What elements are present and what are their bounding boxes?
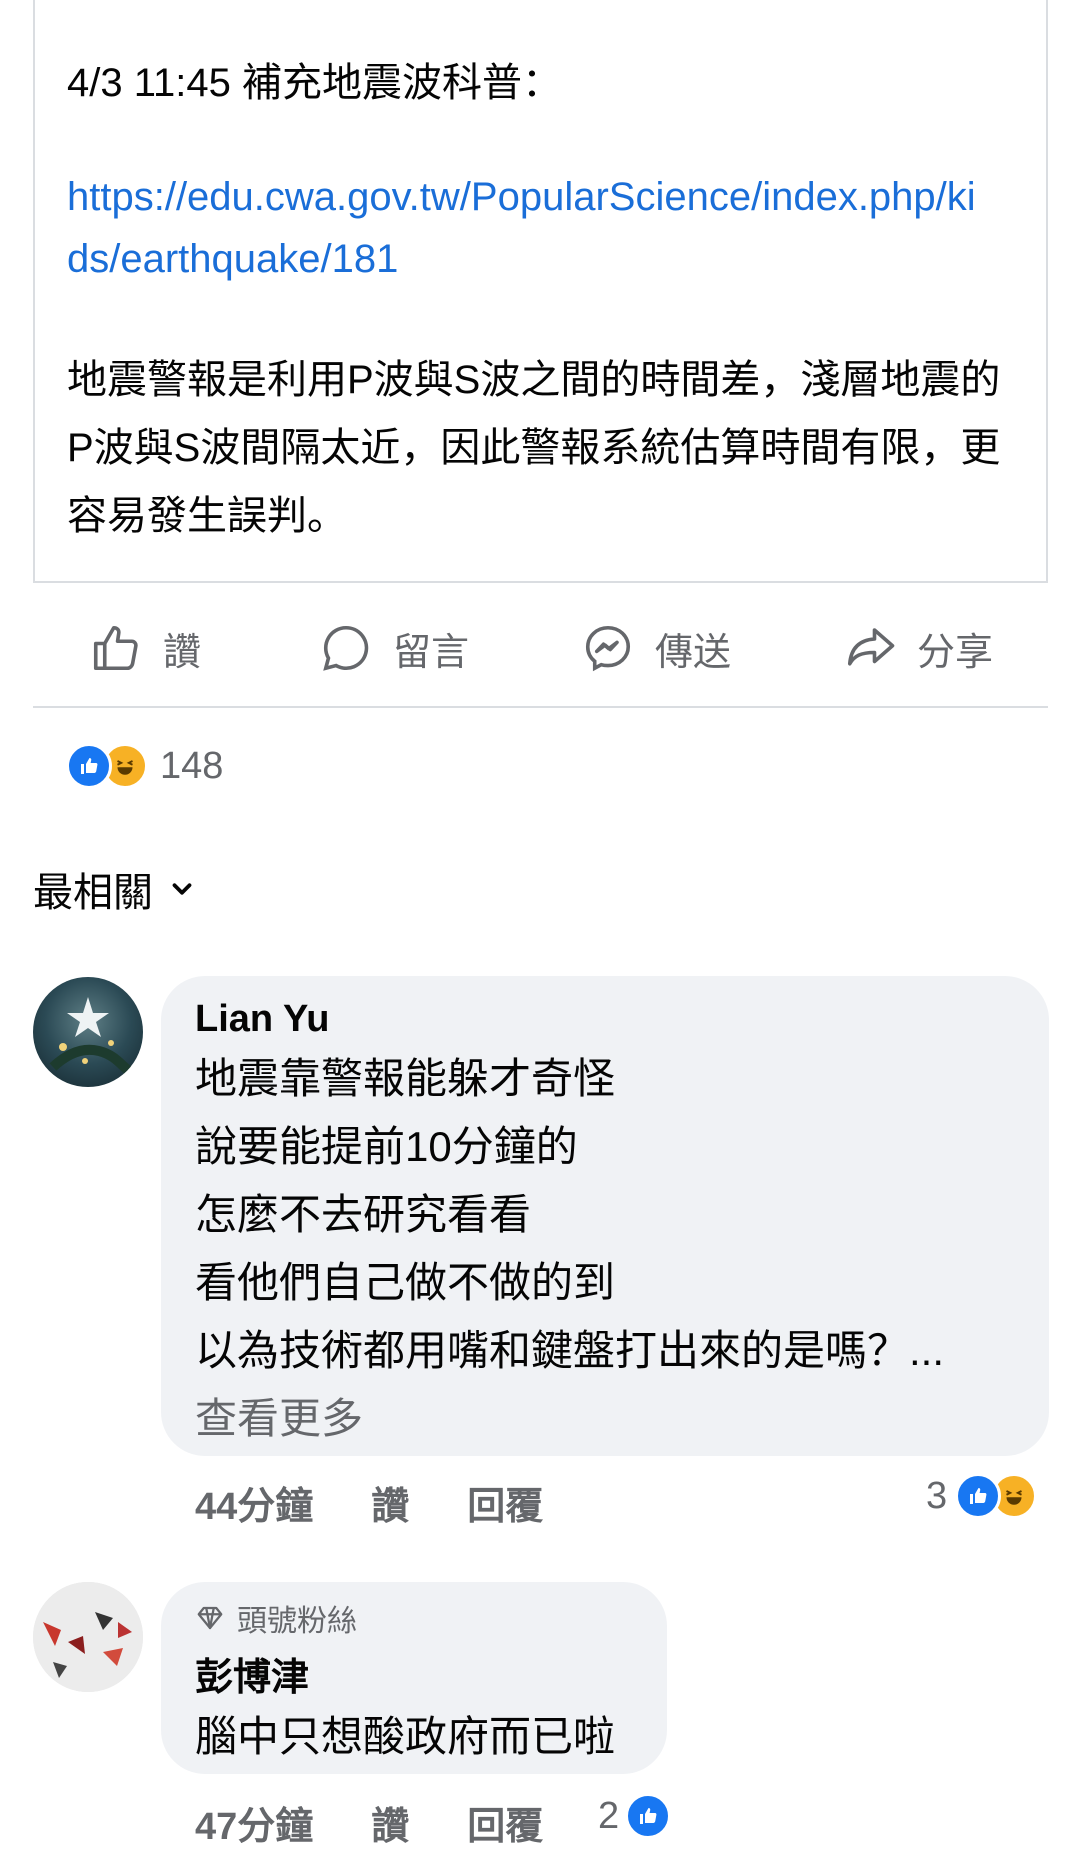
comment-text: 地震靠警報能躲才奇怪 說要能提前10分鐘的 怎麼不去研究看看 看他們自己做不做的… xyxy=(195,1045,1015,1453)
comment-reactions[interactable]: 2 xyxy=(598,1793,672,1839)
comment-bubble[interactable]: 頭號粉絲 彭博津 腦中只想酸政府而已啦 xyxy=(161,1582,667,1774)
see-more-link[interactable]: 查看更多 xyxy=(195,1385,1015,1453)
comment-reactions[interactable]: 3 xyxy=(926,1473,1038,1519)
avatar[interactable] xyxy=(33,1582,143,1692)
comment-meta: 47分鐘 讚 回覆 xyxy=(195,1795,601,1850)
messenger-icon xyxy=(585,625,631,672)
comment-line: 看他們自己做不做的到 xyxy=(195,1259,616,1306)
comment-like-button[interactable]: 讚 xyxy=(371,1475,409,1530)
comment-bubble-icon xyxy=(323,625,369,671)
reactions-count: 148 xyxy=(160,744,224,787)
like-reaction-icon xyxy=(625,1793,672,1839)
comment-button[interactable]: 留言 xyxy=(319,620,469,676)
like-reaction-icon xyxy=(955,1473,1002,1519)
post-link[interactable]: https://edu.cwa.gov.tw/PopularScience/in… xyxy=(67,166,987,290)
comment-reply-button[interactable]: 回覆 xyxy=(467,1475,543,1530)
comment-author[interactable]: 彭博津 xyxy=(195,1646,633,1701)
send-button[interactable]: 傳送 xyxy=(581,620,731,676)
post-time-note: 4/3 11:45 補充地震波科普： xyxy=(67,61,562,105)
comment-reply-button[interactable]: 回覆 xyxy=(467,1795,543,1850)
share-button[interactable]: 分享 xyxy=(843,620,993,676)
like-button[interactable]: 讚 xyxy=(89,620,201,676)
badge-label: 頭號粉絲 xyxy=(237,1605,357,1638)
chevron-down-icon xyxy=(172,883,192,895)
comment-time[interactable]: 47分鐘 xyxy=(195,1795,313,1850)
thumbs-up-icon xyxy=(93,625,138,671)
top-fan-badge: 頭號粉絲 xyxy=(195,1596,633,1640)
comment-text: 腦中只想酸政府而已啦 xyxy=(195,1713,616,1760)
comment-label: 留言 xyxy=(393,631,470,674)
comment-like-button[interactable]: 讚 xyxy=(371,1795,409,1850)
comment-reaction-count: 2 xyxy=(598,1794,620,1837)
post-action-bar: 讚 留言 傳送 分享 xyxy=(33,590,1048,708)
comment-line: 怎麼不去研究看看 xyxy=(195,1191,532,1238)
sort-label: 最相關 xyxy=(33,871,153,915)
comment-line: 說要能提前10分鐘的 xyxy=(195,1123,578,1170)
comment-bubble[interactable]: Lian Yu 地震靠警報能躲才奇怪 說要能提前10分鐘的 怎麼不去研究看看 看… xyxy=(161,976,1049,1456)
post-body-text: 地震警報是利用P波與S波之間的時間差，淺層地震的P波與S波間隔太近，因此警報系統… xyxy=(67,358,1001,538)
comment-author[interactable]: Lian Yu xyxy=(195,998,1015,1041)
like-label: 讚 xyxy=(163,631,202,674)
avatar[interactable] xyxy=(33,977,143,1087)
share-arrow-icon xyxy=(847,628,895,666)
send-label: 傳送 xyxy=(655,631,732,674)
comment-reaction-count: 3 xyxy=(926,1474,948,1517)
comment-line: 以為技術都用嘴和鍵盤打出來的是嗎？... xyxy=(195,1327,945,1374)
comment-line: 地震靠警報能躲才奇怪 xyxy=(195,1055,616,1102)
diamond-icon xyxy=(197,1606,223,1630)
share-label: 分享 xyxy=(917,631,994,674)
like-reaction-icon xyxy=(66,743,112,789)
comment-sort-dropdown[interactable]: 最相關 xyxy=(33,860,197,918)
comment-meta: 44分鐘 讚 回覆 xyxy=(195,1475,601,1530)
reactions-summary[interactable]: 148 xyxy=(66,740,223,792)
comment-time[interactable]: 44分鐘 xyxy=(195,1475,313,1530)
